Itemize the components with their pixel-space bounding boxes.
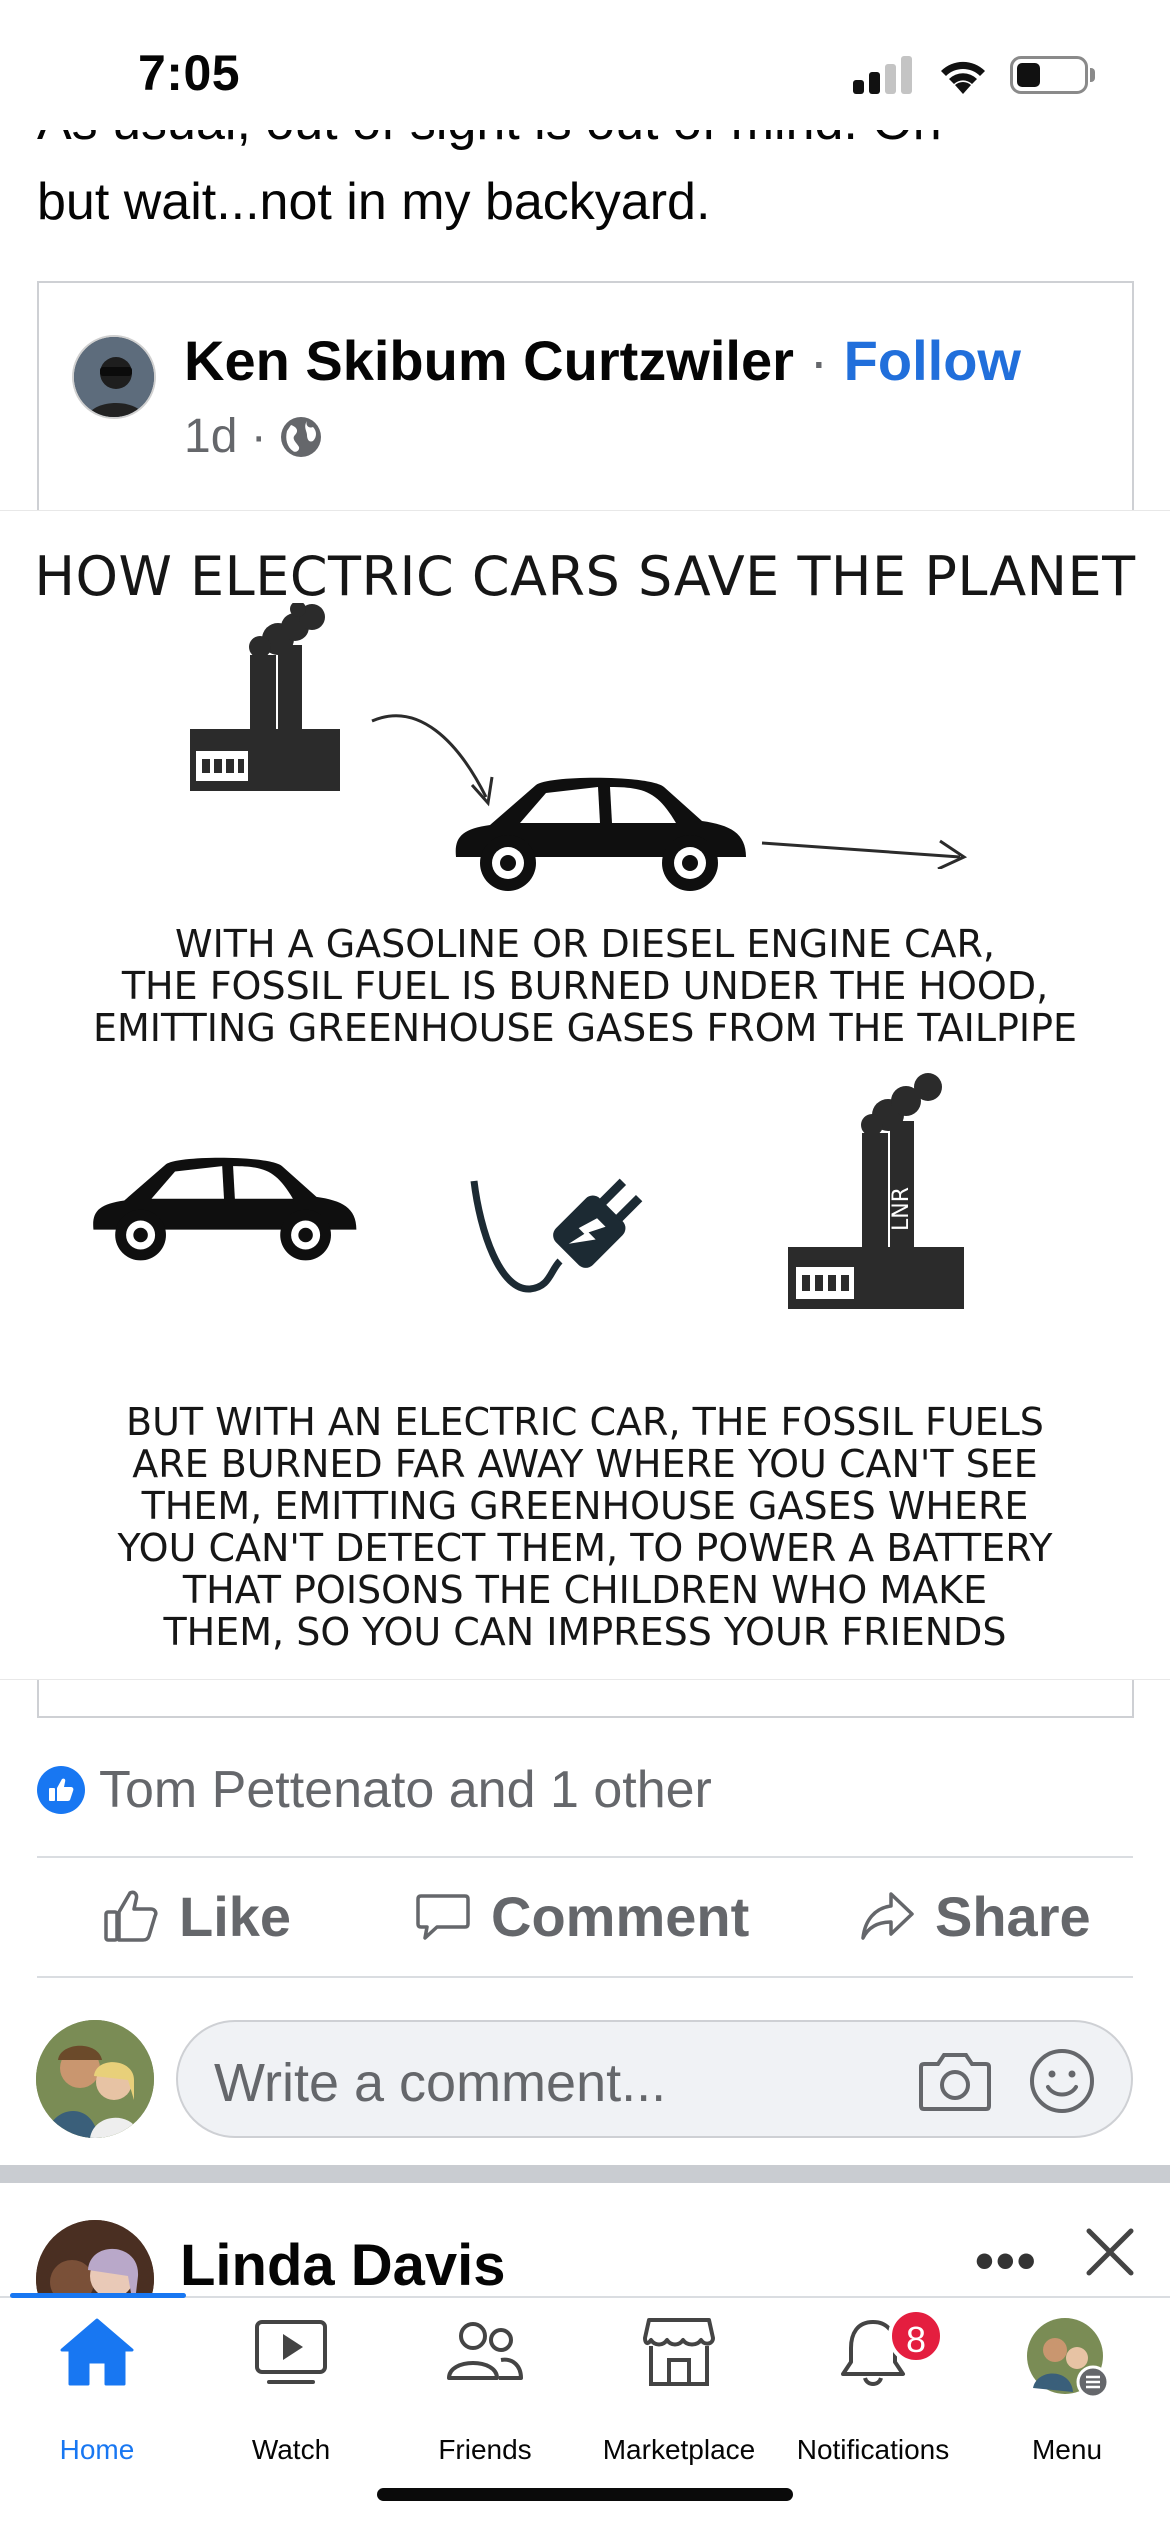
comment-input[interactable]: Write a comment...	[214, 2052, 666, 2114]
tab-home-label: Home	[59, 2434, 135, 2465]
tab-watch[interactable]: Watch	[194, 2316, 388, 2465]
home-indicator[interactable]	[377, 2488, 793, 2501]
more-options-icon[interactable]: •••	[975, 2230, 1038, 2292]
current-user-avatar[interactable]	[36, 2020, 154, 2138]
status-time: 7:05	[138, 45, 241, 101]
car-icon	[455, 777, 746, 891]
meme-caption-2-line: THEM, SO YOU CAN IMPRESS YOUR FRIENDS	[163, 1610, 1007, 1654]
cellular-signal-icon	[853, 54, 915, 94]
meme-caption-1-line: THE FOSSIL FUEL IS BURNED UNDER THE HOOD…	[121, 964, 1049, 1008]
active-tab-indicator	[10, 2293, 186, 2298]
meme-caption-2-line: THEM, EMITTING GREENHOUSE GASES WHERE	[141, 1484, 1029, 1528]
shared-post-header: Ken Skibum Curtzwiler · Follow 1d ·	[39, 283, 1132, 513]
comment-icon	[416, 1894, 470, 1940]
factory-label: LNR	[889, 1187, 914, 1231]
thumbs-up-icon	[104, 1890, 158, 1942]
globe-icon	[280, 416, 321, 457]
shared-author-name[interactable]: Ken Skibum Curtzwiler	[184, 329, 794, 392]
share-icon	[861, 1892, 914, 1940]
battery-icon	[1010, 56, 1088, 94]
shared-author-line: Ken Skibum Curtzwiler · Follow	[184, 328, 1021, 393]
meme-caption-2: BUT WITH AN ELECTRIC CAR, THE FOSSIL FUE…	[0, 1401, 1170, 1653]
shared-post-meta: 1d ·	[184, 409, 325, 464]
close-icon[interactable]	[1083, 2225, 1137, 2279]
emoji-icon[interactable]	[1028, 2047, 1096, 2115]
tab-marketplace[interactable]: Marketplace	[582, 2316, 776, 2465]
status-bar: 7:05	[0, 0, 1170, 130]
meme-caption-1-line: WITH A GASOLINE OR DIESEL ENGINE CAR,	[175, 922, 995, 966]
watch-icon	[255, 2320, 327, 2384]
separator-dot: ·	[809, 329, 829, 392]
arrow-right-icon	[761, 839, 968, 869]
reactions-text: Tom Pettenato and 1 other	[99, 1761, 712, 1819]
factory-icon	[190, 603, 340, 791]
meme-image[interactable]: HOW ELECTRIC CARS SAVE THE PLANET WITH A…	[0, 510, 1170, 1680]
meme-caption-2-line: YOU CAN'T DETECT THEM, TO POWER A BATTER…	[117, 1526, 1053, 1570]
tab-marketplace-label: Marketplace	[602, 2434, 756, 2465]
comment-button[interactable]: Comment	[415, 1876, 749, 1956]
post-action-row: Like Comment Share	[37, 1858, 1133, 1976]
comment-label: Comment	[491, 1884, 750, 1948]
comment-composer[interactable]: Write a comment...	[176, 2020, 1133, 2138]
share-button[interactable]: Share	[859, 1876, 1091, 1956]
plug-icon	[470, 1178, 643, 1293]
tab-friends-label: Friends	[438, 2434, 532, 2465]
meme-title: HOW ELECTRIC CARS SAVE THE PLANET	[34, 545, 1136, 608]
tab-watch-label: Watch	[251, 2434, 331, 2465]
wifi-icon	[941, 61, 985, 94]
tab-friends[interactable]: Friends	[388, 2316, 582, 2465]
shared-post-time[interactable]: 1d ·	[184, 409, 267, 464]
post-text-line: but wait...not in my backyard.	[37, 173, 711, 231]
friends-icon	[447, 2322, 523, 2380]
battery-tip	[1090, 68, 1095, 82]
meme-caption-1-line: EMITTING GREENHOUSE GASES FROM THE TAILP…	[92, 1006, 1078, 1050]
tab-notifications-label: Notifications	[796, 2434, 950, 2465]
shared-author-avatar[interactable]	[72, 335, 156, 419]
notification-badge: 8	[888, 2308, 944, 2364]
tab-menu[interactable]: Menu	[970, 2316, 1164, 2465]
meme-caption-1: WITH A GASOLINE OR DIESEL ENGINE CAR, TH…	[0, 923, 1170, 1049]
home-icon	[60, 2318, 134, 2386]
like-reaction-icon	[37, 1766, 85, 1814]
meme-caption-2-line: ARE BURNED FAR AWAY WHERE YOU CAN'T SEE	[132, 1442, 1038, 1486]
tab-notifications[interactable]: 8 Notifications	[776, 2308, 970, 2465]
share-label: Share	[935, 1884, 1091, 1948]
like-button[interactable]: Like	[103, 1876, 291, 1956]
next-post-author[interactable]: Linda Davis	[180, 2232, 506, 2299]
camera-icon[interactable]	[918, 2050, 992, 2112]
tab-home[interactable]: Home	[0, 2316, 194, 2465]
meme-caption-2-line: BUT WITH AN ELECTRIC CAR, THE FOSSIL FUE…	[126, 1400, 1044, 1444]
menu-avatar-icon	[1027, 2318, 1109, 2399]
electric-car-icon	[93, 1157, 357, 1261]
marketplace-icon	[643, 2318, 715, 2386]
follow-button[interactable]: Follow	[844, 329, 1021, 392]
power-plant-icon: LNR	[788, 1073, 964, 1309]
tab-menu-label: Menu	[1031, 2434, 1103, 2465]
reactions-summary[interactable]: Tom Pettenato and 1 other	[37, 1760, 712, 1820]
divider	[37, 1976, 1133, 1978]
meme-caption-2-line: THAT POISONS THE CHILDREN WHO MAKE	[182, 1568, 988, 1612]
feed-separator	[0, 2165, 1170, 2183]
like-label: Like	[179, 1884, 292, 1948]
